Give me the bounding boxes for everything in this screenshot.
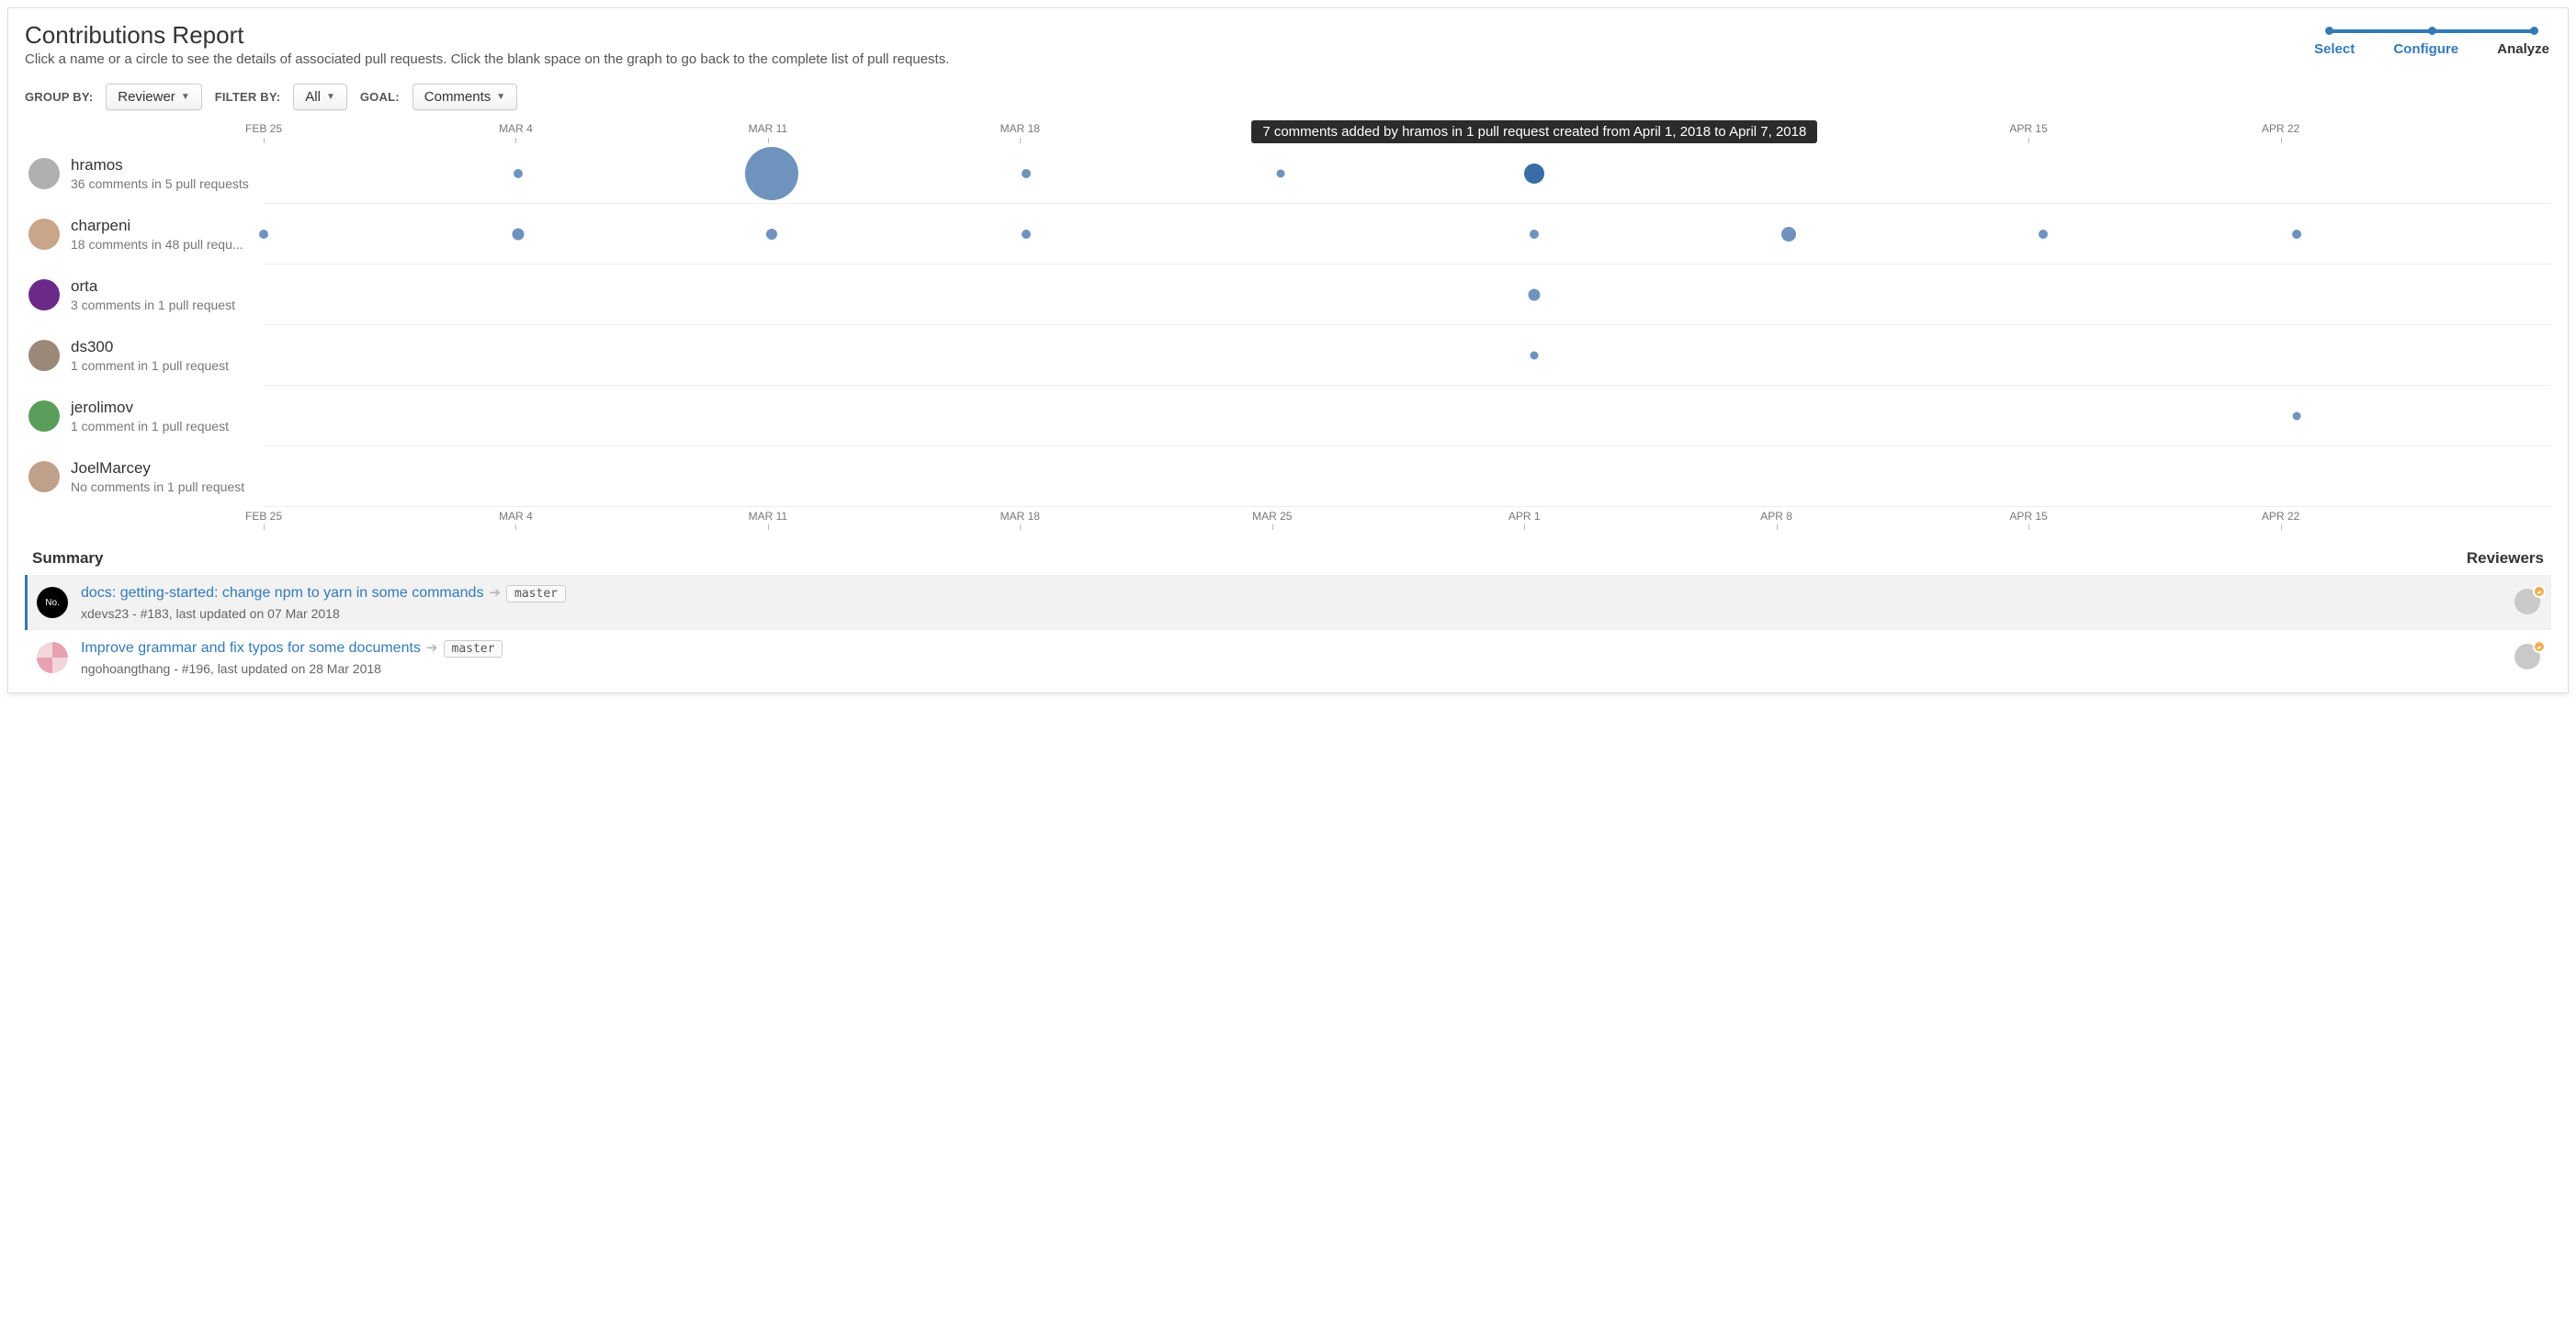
pr-title-link[interactable]: docs: getting-started: change npm to yar…	[81, 585, 483, 601]
chevron-down-icon: ▼	[181, 92, 190, 102]
chart-tooltip: 7 comments added by hramos in 1 pull req…	[1251, 120, 1817, 143]
contributor-summary: No comments in 1 pull request	[71, 479, 244, 494]
contribution-bubble[interactable]	[1531, 351, 1539, 359]
contribution-bubble[interactable]	[259, 230, 268, 239]
avatar	[28, 279, 60, 310]
contributor-jerolimov[interactable]: jerolimov 1 comment in 1 pull request	[25, 399, 229, 434]
contribution-bubble[interactable]	[745, 147, 798, 200]
axis-tick-label: APR 22	[2262, 122, 2299, 135]
contribution-bubble[interactable]	[514, 169, 523, 178]
reviewers-header: Reviewers	[2467, 549, 2544, 568]
stepper: Select Configure Analyze	[2312, 23, 2551, 57]
stepper-step-analyze: Analyze	[2497, 41, 2549, 57]
branch-badge: master	[506, 585, 566, 603]
contributor-orta[interactable]: orta 3 comments in 1 pull request	[25, 277, 235, 312]
contributor-summary: 18 comments in 48 pull requ...	[71, 237, 243, 252]
axis-tick-label: MAR 11	[749, 510, 787, 523]
chevron-down-icon: ▼	[326, 92, 335, 102]
stepper-dot	[2428, 27, 2436, 35]
axis-tick-label: APR 22	[2262, 510, 2299, 523]
contributor-charpeni[interactable]: charpeni 18 comments in 48 pull requ...	[25, 217, 243, 252]
pr-subtitle: xdevs23 - #183, last updated on 07 Mar 2…	[81, 606, 2502, 621]
contributor-name: charpeni	[71, 217, 243, 235]
contribution-bubble[interactable]	[1524, 163, 1544, 184]
contributor-summary: 1 comment in 1 pull request	[71, 358, 229, 373]
goal-label: GOAL:	[360, 90, 400, 104]
group-by-dropdown[interactable]: Reviewer ▼	[106, 84, 201, 110]
filter-by-value: All	[305, 89, 321, 105]
avatar	[28, 219, 60, 250]
contributor-name: hramos	[71, 156, 249, 175]
filter-by-label: FILTER BY:	[215, 90, 281, 104]
contribution-bubble[interactable]	[1276, 169, 1284, 177]
axis-tick-label: MAR 18	[1000, 122, 1040, 135]
axis-tick-label: APR 1	[1508, 510, 1541, 523]
stepper-step-select[interactable]: Select	[2314, 41, 2355, 57]
stepper-step-configure[interactable]: Configure	[2393, 41, 2458, 57]
pr-author-avatar: No.	[37, 587, 68, 618]
contributor-name: ds300	[71, 338, 229, 356]
contributor-joelmarcey[interactable]: JoelMarceyNo comments in 1 pull request	[25, 459, 244, 494]
contribution-bubble[interactable]	[512, 228, 524, 240]
stepper-dot	[2325, 27, 2333, 35]
goal-value: Comments	[424, 89, 491, 105]
contributor-name: orta	[71, 277, 235, 296]
reviewer-avatar[interactable]	[2514, 644, 2542, 671]
axis-tick-label: MAR 11	[749, 122, 787, 135]
contributor-hramos[interactable]: hramos36 comments in 5 pull requests	[25, 156, 249, 191]
contribution-bubble[interactable]	[2293, 411, 2301, 420]
contribution-chart[interactable]: hramos36 comments in 5 pull requests char…	[25, 119, 2551, 531]
review-status-pending-icon	[2533, 640, 2546, 653]
page-title: Contributions Report	[25, 21, 949, 50]
review-status-pending-icon	[2533, 585, 2546, 598]
contributor-summary: 36 comments in 5 pull requests	[71, 176, 249, 191]
group-by-value: Reviewer	[118, 89, 175, 105]
contribution-bubble[interactable]	[1022, 230, 1031, 239]
filter-by-dropdown[interactable]: All ▼	[293, 84, 347, 110]
contributor-name: jerolimov	[71, 399, 229, 417]
branch-badge: master	[444, 640, 503, 658]
contribution-bubble[interactable]	[2039, 230, 2048, 239]
axis-tick-label: FEB 25	[245, 510, 282, 523]
axis-tick-label: FEB 25	[245, 122, 282, 135]
axis-tick-label: APR 15	[2009, 122, 2047, 135]
axis-tick-label: MAR 25	[1252, 510, 1292, 523]
avatar	[28, 158, 60, 189]
contribution-bubble[interactable]	[1781, 227, 1796, 242]
axis-tick-label: MAR 4	[499, 122, 533, 135]
contribution-bubble[interactable]	[1022, 169, 1031, 178]
contribution-bubble[interactable]	[766, 229, 777, 240]
goal-dropdown[interactable]: Comments ▼	[412, 84, 517, 110]
avatar	[28, 340, 60, 371]
axis-tick-label: MAR 18	[1000, 510, 1040, 523]
contributor-summary: 1 comment in 1 pull request	[71, 419, 229, 434]
pull-request-row[interactable]: Improve grammar and fix typos for some d…	[25, 630, 2551, 685]
pr-subtitle: ngohoangthang - #196, last updated on 28…	[81, 661, 2502, 676]
arrow-right-icon: ➔	[426, 640, 438, 656]
axis-tick-label: APR 8	[1760, 510, 1792, 523]
pull-request-row[interactable]: No. docs: getting-started: change npm to …	[25, 575, 2551, 630]
stepper-dot	[2530, 27, 2538, 35]
contribution-bubble[interactable]	[1529, 288, 1541, 300]
group-by-label: GROUP BY:	[25, 90, 93, 104]
pr-title-link[interactable]: Improve grammar and fix typos for some d…	[81, 640, 421, 656]
reviewer-avatar[interactable]	[2514, 589, 2542, 616]
contribution-bubble[interactable]	[1530, 230, 1539, 239]
contributor-summary: 3 comments in 1 pull request	[71, 298, 235, 312]
avatar	[28, 461, 60, 492]
summary-header: Summary	[32, 549, 103, 568]
page-subtitle: Click a name or a circle to see the deta…	[25, 51, 949, 67]
chevron-down-icon: ▼	[496, 92, 505, 102]
arrow-right-icon: ➔	[489, 585, 501, 601]
pr-author-avatar	[37, 642, 68, 673]
axis-tick-label: APR 15	[2009, 510, 2047, 523]
avatar	[28, 400, 60, 432]
contributor-name: JoelMarcey	[71, 459, 244, 478]
contribution-bubble[interactable]	[2292, 230, 2301, 239]
contributor-ds300[interactable]: ds300 1 comment in 1 pull request	[25, 338, 229, 373]
axis-tick-label: MAR 4	[499, 510, 533, 523]
